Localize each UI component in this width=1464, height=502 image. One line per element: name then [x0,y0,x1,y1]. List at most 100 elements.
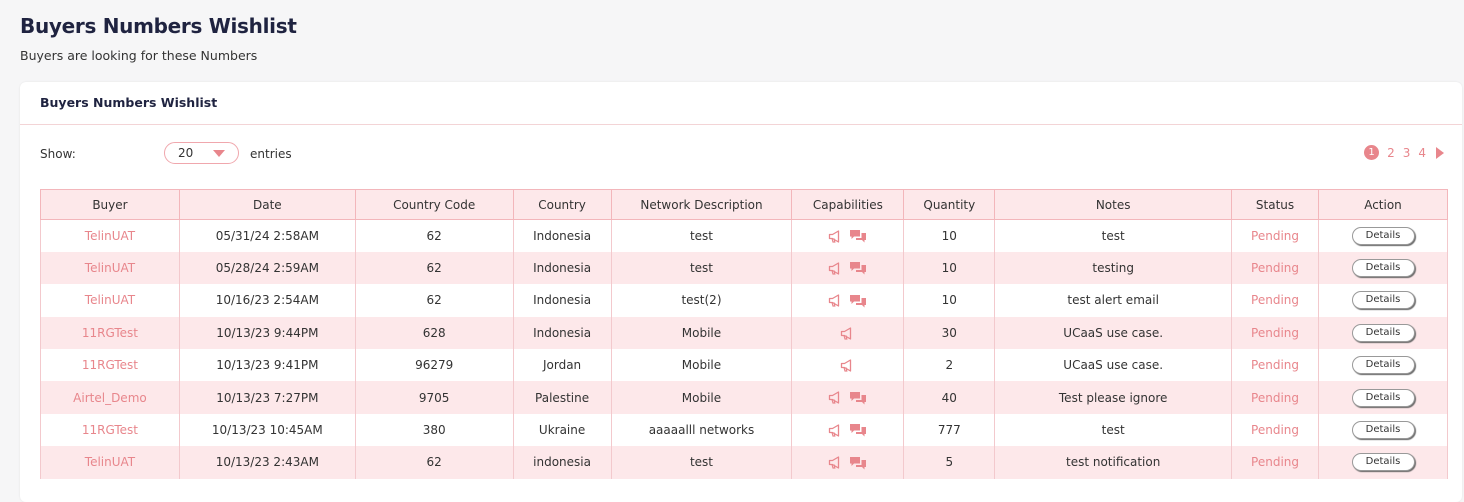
page-link-2[interactable]: 2 [1387,146,1395,160]
cell-action: Details [1318,446,1448,479]
details-button[interactable]: Details [1351,291,1415,310]
status-badge: Pending [1251,358,1300,373]
cell-capabilities [791,413,905,447]
page-link-4[interactable]: 4 [1418,146,1426,160]
cell-notes: testing [994,251,1233,285]
cell-buyer: TelinUAT [40,446,180,479]
chat-icon [849,391,867,405]
cell-quantity: 40 [903,381,996,414]
cell-buyer: 11RGTest [40,349,180,382]
table-row: TelinUAT 10/13/23 2:43AM 62 indonesia test 5 t… [40,446,1448,479]
table-row: TelinUAT 05/28/24 2:59AM 62 Indonesia test 10… [40,251,1448,285]
megaphone-icon [840,327,855,340]
column-header-action[interactable]: Action [1318,189,1448,220]
page-link-1[interactable]: 1 [1364,145,1380,160]
cell-notes: test alert email [994,284,1233,317]
buyer-link[interactable]: Airtel_Demo [73,391,147,405]
cell-action: Details [1318,381,1448,414]
buyer-link[interactable]: TelinUAT [85,229,135,243]
cell-status: Pending [1231,413,1319,447]
megaphone-icon [828,262,843,275]
megaphone-icon [828,456,843,469]
buyer-link[interactable]: TelinUAT [85,261,135,275]
next-page-icon[interactable] [1436,146,1444,159]
cell-notes: test notification [994,446,1233,479]
chat-icon [849,294,867,308]
caret-down-icon[interactable] [213,150,225,157]
wishlist-card: Buyers Numbers Wishlist Show: 20 entries… [20,82,1462,502]
table-row: 11RGTest 10/13/23 9:41PM 96279 Jordan Mobile… [40,349,1448,382]
cell-action: Details [1318,284,1448,317]
cell-capabilities [791,219,905,252]
details-button[interactable]: Details [1351,388,1415,407]
buyer-link[interactable]: 11RGTest [82,326,138,340]
cell-country-code: 62 [354,219,514,252]
megaphone-icon [840,359,855,372]
cell-capabilities [791,251,905,285]
megaphone-icon [828,230,843,243]
cell-date: 05/28/24 2:59AM [178,251,356,285]
column-header-network-description[interactable]: Network Description [610,189,793,220]
details-button[interactable]: Details [1351,226,1415,245]
cell-quantity: 5 [903,446,996,479]
buyer-link[interactable]: TelinUAT [85,455,135,469]
cell-action: Details [1318,349,1448,382]
status-badge: Pending [1251,228,1300,243]
cell-buyer: 11RGTest [40,413,180,447]
details-button[interactable]: Details [1351,323,1415,342]
details-button[interactable]: Details [1351,453,1415,472]
megaphone-icon [828,391,843,405]
details-button[interactable]: Details [1351,259,1415,278]
cell-country-code: 380 [354,413,514,447]
cell-status: Pending [1231,251,1319,285]
cell-status: Pending [1231,381,1319,414]
cell-country: Indonesia [512,316,612,350]
column-header-notes[interactable]: Notes [994,189,1233,220]
cell-quantity: 10 [903,251,996,285]
column-header-country[interactable]: Country [512,189,612,220]
status-badge: Pending [1251,423,1300,438]
cell-quantity: 30 [903,316,996,350]
entries-select[interactable]: 20 [164,142,239,164]
cell-country: indonesia [512,446,612,479]
cell-notes: UCaaS use case. [994,316,1233,350]
page-link-3[interactable]: 3 [1403,146,1411,160]
table-row: Airtel_Demo 10/13/23 7:27PM 9705 Palestine M… [40,381,1448,414]
megaphone-icon [828,424,843,437]
column-header-capabilities[interactable]: Capabilities [791,189,905,220]
buyer-link[interactable]: 11RGTest [82,358,138,372]
cell-network-description: aaaaalll networks [610,413,793,447]
cell-country: Ukraine [512,413,612,447]
cell-capabilities [791,316,905,350]
cell-network-description: Mobile [610,349,793,382]
column-header-status[interactable]: Status [1231,189,1319,220]
column-header-date[interactable]: Date [178,189,356,220]
chat-icon [849,456,867,470]
cell-quantity: 777 [903,413,996,447]
cell-buyer: 11RGTest [40,316,180,350]
chat-icon [849,261,867,275]
cell-status: Pending [1231,284,1319,317]
details-button[interactable]: Details [1351,356,1415,375]
chat-icon [849,423,867,437]
cell-capabilities [791,349,905,382]
cell-network-description: test [610,251,793,285]
buyer-link[interactable]: TelinUAT [85,293,135,307]
cell-country: Indonesia [512,251,612,285]
cell-network-description: test [610,446,793,479]
cell-country: Palestine [512,381,612,414]
table-row: TelinUAT 05/31/24 2:58AM 62 Indonesia test 10… [40,219,1448,252]
cell-date: 10/13/23 9:41PM [178,349,356,382]
buyer-link[interactable]: 11RGTest [82,423,138,437]
column-header-buyer[interactable]: Buyer [40,189,180,220]
show-label: Show: [40,147,76,161]
details-button[interactable]: Details [1351,421,1415,440]
cell-quantity: 2 [903,349,996,382]
cell-capabilities [791,284,905,317]
column-header-country-code[interactable]: Country Code [354,189,514,220]
cell-country: Indonesia [512,219,612,252]
cell-action: Details [1318,413,1448,447]
card-title: Buyers Numbers Wishlist [20,82,1462,125]
status-badge: Pending [1251,293,1300,308]
column-header-quantity[interactable]: Quantity [903,189,996,220]
